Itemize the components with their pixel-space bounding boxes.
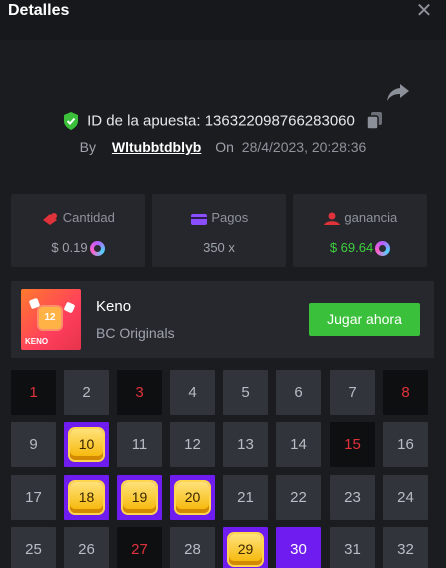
stat-amount-value: $ 0.19 (51, 240, 88, 255)
game-name: Keno (96, 298, 132, 315)
stat-amount: Cantidad $ 0.19 (11, 194, 145, 267)
gem-tile: 18 (70, 482, 103, 513)
by-label: By (79, 139, 96, 155)
play-now-button[interactable]: Jugar ahora (309, 303, 420, 336)
keno-cell: 27 (117, 527, 162, 568)
stat-amount-label: Cantidad (62, 210, 115, 225)
shield-check-icon (63, 112, 78, 131)
keno-cell: 26 (64, 527, 109, 568)
keno-cell: 30 (276, 527, 321, 568)
keno-cell: 13 (223, 422, 268, 467)
keno-cell: 7 (330, 370, 375, 415)
thumbnail-number: 12 (39, 307, 61, 329)
stat-payout-value: 350 x (203, 240, 235, 255)
bet-amount-icon (43, 212, 58, 225)
keno-cell: 23 (330, 475, 375, 520)
keno-cell: 24 (383, 475, 428, 520)
game-card: 12 KENO Keno BC Originals Jugar ahora (11, 281, 434, 358)
share-icon[interactable] (386, 82, 410, 102)
bet-id-row: ID de la apuesta: 136322098766283060 (0, 112, 446, 134)
keno-cell: 3 (117, 370, 162, 415)
keno-thumbnail[interactable]: 12 KENO (21, 289, 81, 350)
bet-id-label: ID de la apuesta: (87, 112, 201, 130)
close-icon[interactable]: ✕ (414, 1, 434, 22)
keno-cell: 6 (276, 370, 321, 415)
keno-cell: 12 (170, 422, 215, 467)
keno-cell: 19 (117, 475, 162, 520)
bet-meta-row: By Wltubbtdblyb On 28/4/2023, 20:28:36 (0, 139, 446, 159)
stat-payout-label: Pagos (211, 210, 249, 225)
coin-icon (89, 241, 105, 257)
dice-icon (28, 297, 41, 310)
keno-cell: 11 (117, 422, 162, 467)
gem-tile: 29 (229, 534, 262, 565)
keno-cell: 21 (223, 475, 268, 520)
gem-tile: 20 (176, 482, 209, 513)
stat-profit: ganancia $ 69.64 (293, 194, 427, 267)
gem-tile: 19 (123, 482, 156, 513)
game-provider: BC Originals (96, 325, 175, 341)
dialog-title: Detalles (8, 2, 70, 19)
keno-cell: 29 (223, 527, 268, 568)
keno-cell: 18 (64, 475, 109, 520)
keno-cell: 20 (170, 475, 215, 520)
keno-cell: 5 (223, 370, 268, 415)
keno-cell: 16 (383, 422, 428, 467)
keno-cell: 28 (170, 527, 215, 568)
keno-cell: 8 (383, 370, 428, 415)
coin-icon (375, 241, 391, 257)
keno-cell: 10 (64, 422, 109, 467)
keno-cell: 1 (11, 370, 56, 415)
on-label: On (215, 139, 234, 155)
thumbnail-text: KENO (25, 337, 49, 346)
bet-id-value: 136322098766283060 (204, 112, 355, 130)
keno-cell: 31 (330, 527, 375, 568)
keno-cell: 32 (383, 527, 428, 568)
profit-icon (323, 212, 340, 225)
dice-icon (63, 301, 76, 314)
keno-cell: 17 (11, 475, 56, 520)
gem-tile: 10 (70, 429, 103, 460)
stat-payout: Pagos 350 x (152, 194, 286, 267)
keno-cell: 25 (11, 527, 56, 568)
payout-card-icon (190, 213, 207, 225)
keno-cell: 15 (330, 422, 375, 467)
stat-profit-label: ganancia (344, 210, 398, 225)
copy-icon[interactable] (367, 112, 383, 130)
keno-cell: 22 (276, 475, 321, 520)
keno-cell: 9 (11, 422, 56, 467)
keno-cell: 4 (170, 370, 215, 415)
username-link[interactable]: Wltubbtdblyb (112, 139, 201, 155)
keno-cell: 14 (276, 422, 321, 467)
stat-profit-value: $ 69.64 (329, 240, 374, 255)
dialog-header: Detalles ✕ (0, 0, 446, 40)
bet-date: 28/4/2023, 20:28:36 (241, 139, 367, 155)
keno-cell: 2 (64, 370, 109, 415)
